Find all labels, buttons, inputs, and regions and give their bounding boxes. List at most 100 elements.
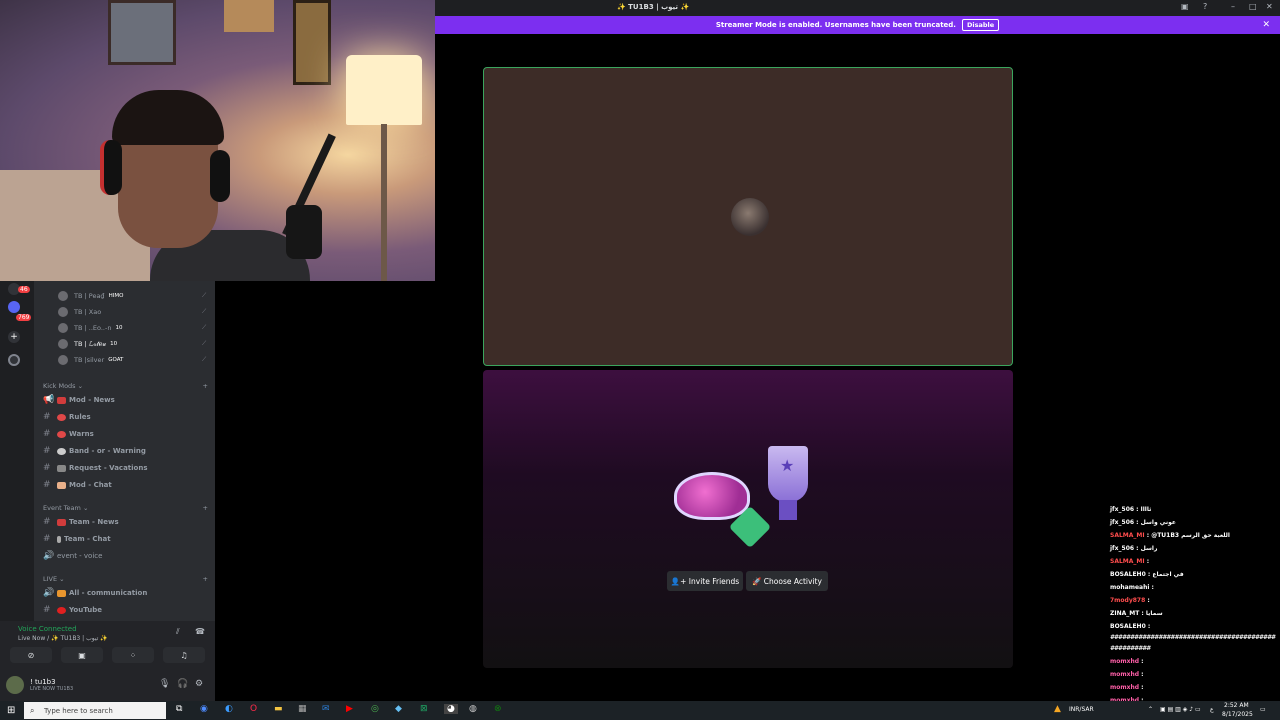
webcam-overlay — [0, 0, 435, 281]
channel-warns[interactable]: # Warns — [43, 427, 94, 441]
member-item[interactable]: TB | Xao ⟋ — [58, 305, 206, 319]
soundboard-button[interactable]: ♫ — [163, 647, 205, 663]
channel-mod-chat[interactable]: # Mod - Chat — [43, 478, 112, 492]
channel-emoji — [57, 589, 66, 597]
minimize-icon[interactable]: – — [1231, 2, 1235, 11]
taskbar-search-input[interactable]: ⌕ Type here to search — [24, 702, 166, 719]
trophy-base — [779, 500, 797, 520]
mic-muted-icon: ⟋ — [202, 324, 207, 331]
language-icon[interactable]: ع — [1210, 706, 1214, 713]
xbox-icon[interactable]: ⊗ — [494, 704, 502, 714]
add-channel-icon[interactable]: + — [203, 504, 208, 512]
add-server-icon[interactable]: + — [8, 331, 20, 343]
lamp-icon — [346, 55, 422, 125]
obs-icon[interactable]: ◍ — [469, 704, 477, 714]
edge-icon[interactable]: ◐ — [225, 704, 233, 714]
category-label: LIVE — [43, 575, 58, 583]
hash-icon: # — [43, 463, 51, 473]
invite-friends-button[interactable]: 👤+ Invite Friends — [667, 571, 743, 591]
maximize-icon[interactable]: □ — [1249, 2, 1257, 11]
member-tag: HIMO — [108, 293, 124, 299]
add-channel-icon[interactable]: + — [203, 382, 208, 390]
speaker-icon: 🔊 — [43, 551, 55, 561]
member-item[interactable]: TB | ℒℴ𝓉ℯ𝓊 10 ⟋ — [58, 337, 206, 351]
channel-event-voice[interactable]: 🔊 event - voice — [43, 549, 102, 563]
microphone-icon — [286, 205, 322, 259]
member-item[interactable]: TB | ..Eo..-n 10 ⟋ — [58, 321, 206, 335]
tray-icons[interactable]: ▣ ▤ ▥ ◈ ♪ ▭ — [1160, 706, 1201, 713]
member-name: TB | ℒℴ𝓉ℯ𝓊 — [74, 339, 107, 348]
disable-button[interactable]: Disable — [961, 19, 1000, 31]
channel-request-vacations[interactable]: # Request - Vacations — [43, 461, 148, 475]
store-icon[interactable]: ▦ — [298, 704, 307, 714]
wall-poster-icon — [293, 0, 331, 85]
member-item[interactable]: TB |silver GOAT ⟋ — [58, 353, 206, 367]
category-event-team[interactable]: Event Team ⌄ + — [43, 504, 208, 512]
invite-icon: 👤+ — [670, 576, 689, 586]
channel-mod-news[interactable]: 📢 Mod - News — [43, 393, 115, 407]
help-icon[interactable]: ? — [1203, 2, 1207, 11]
microphone-icon[interactable]: 🎙 — [159, 679, 170, 689]
windows-start-icon[interactable]: ⊞ — [7, 705, 15, 716]
add-channel-icon[interactable]: + — [203, 575, 208, 583]
member-tag: 10 — [110, 341, 118, 347]
camera-button[interactable]: ⊘ — [10, 647, 52, 663]
wall-poster-icon — [108, 0, 176, 65]
category-kick-mods[interactable]: Kick Mods ⌄ + — [43, 382, 208, 390]
explore-icon[interactable] — [8, 354, 20, 366]
member-item[interactable]: TB | Pea₫ HIMO ⟋ — [58, 289, 206, 303]
channel-label: Mod - Chat — [69, 481, 112, 489]
chat-message: momxhd : — [1110, 684, 1144, 691]
channel-all-communication[interactable]: 🔊 All - communication — [43, 586, 147, 600]
member-name: TB | Xao — [74, 308, 102, 316]
inbox-icon[interactable]: ▣ — [1181, 2, 1189, 11]
server-icon[interactable] — [8, 301, 20, 313]
notifications-icon[interactable]: ▭ — [1260, 706, 1266, 713]
clock-date[interactable]: 8/17/2025 — [1222, 711, 1253, 718]
channel-youtube[interactable]: # YouTube — [43, 603, 102, 617]
youtube-icon — [57, 606, 66, 614]
category-label: Event Team — [43, 504, 81, 512]
steam-icon[interactable]: ◆ — [395, 704, 402, 714]
category-label: Kick Mods — [43, 382, 76, 390]
member-tag: 10 — [115, 325, 123, 331]
activities-button[interactable]: ⁘ — [112, 647, 154, 663]
channel-band-warning[interactable]: # Band - or - Warning — [43, 444, 146, 458]
channel-rules[interactable]: # Rules — [43, 410, 91, 424]
opera-icon[interactable]: O — [250, 704, 257, 714]
currency-widget[interactable]: INR/SAR — [1069, 706, 1094, 713]
clock-time[interactable]: 2:52 AM — [1224, 702, 1249, 709]
category-live[interactable]: LIVE ⌄ + — [43, 575, 208, 583]
disconnect-icon[interactable]: ☎ — [195, 627, 205, 636]
screen-share-button[interactable]: ▣ — [61, 647, 103, 663]
chrome-icon[interactable]: ◎ — [371, 704, 379, 714]
discord-icon[interactable]: ◕ — [444, 704, 458, 714]
notification-badge: 769 — [16, 314, 32, 321]
stream-chat-overlay: jfx_506 : ثاااا jfx_506 : عوني واسل SALM… — [1108, 503, 1280, 720]
task-view-icon[interactable]: ⧉ — [176, 704, 182, 714]
voice-connected-status: Voice Connected — [18, 625, 77, 633]
outlook-icon[interactable]: ✉ — [322, 704, 330, 714]
headphones-icon[interactable]: 🎧 — [177, 679, 188, 689]
channel-team-news[interactable]: # Team - News — [43, 515, 119, 529]
noise-suppression-icon[interactable]: ⫽ — [176, 627, 180, 637]
channel-team-chat[interactable]: # Team - Chat — [43, 532, 111, 546]
gear-icon[interactable]: ⚙ — [195, 679, 203, 689]
announcement-icon: 📢 — [43, 395, 55, 405]
copilot-icon[interactable]: ◉ — [200, 704, 208, 714]
participant-tile[interactable] — [483, 67, 1013, 366]
choose-activity-button[interactable]: 🚀 Choose Activity — [746, 571, 828, 591]
channel-emoji — [57, 430, 66, 438]
close-icon[interactable]: ✕ — [1266, 2, 1273, 11]
voice-channel-name[interactable]: Live Now / ✨ TU1B3 | تيوب ✨ — [18, 635, 108, 642]
file-explorer-icon[interactable]: ▬ — [274, 704, 283, 714]
window-titlebar: ✨ TU1B3 | تيوب ✨ ▣ ? – □ ✕ — [435, 0, 1280, 16]
youtube-icon[interactable]: ▶ — [346, 704, 353, 714]
hash-icon: # — [43, 605, 51, 615]
excel-icon[interactable]: ⊠ — [420, 704, 428, 714]
user-panel[interactable]: ! tu1b3 LIVE NOW TU1B3 🎙 🎧 ⚙ — [6, 673, 211, 697]
mic-muted-icon: ⟋ — [202, 340, 207, 347]
close-icon[interactable]: ✕ — [1262, 20, 1270, 30]
hash-icon: # — [43, 446, 51, 456]
tray-arrow-icon[interactable]: ⌃ — [1148, 706, 1153, 713]
